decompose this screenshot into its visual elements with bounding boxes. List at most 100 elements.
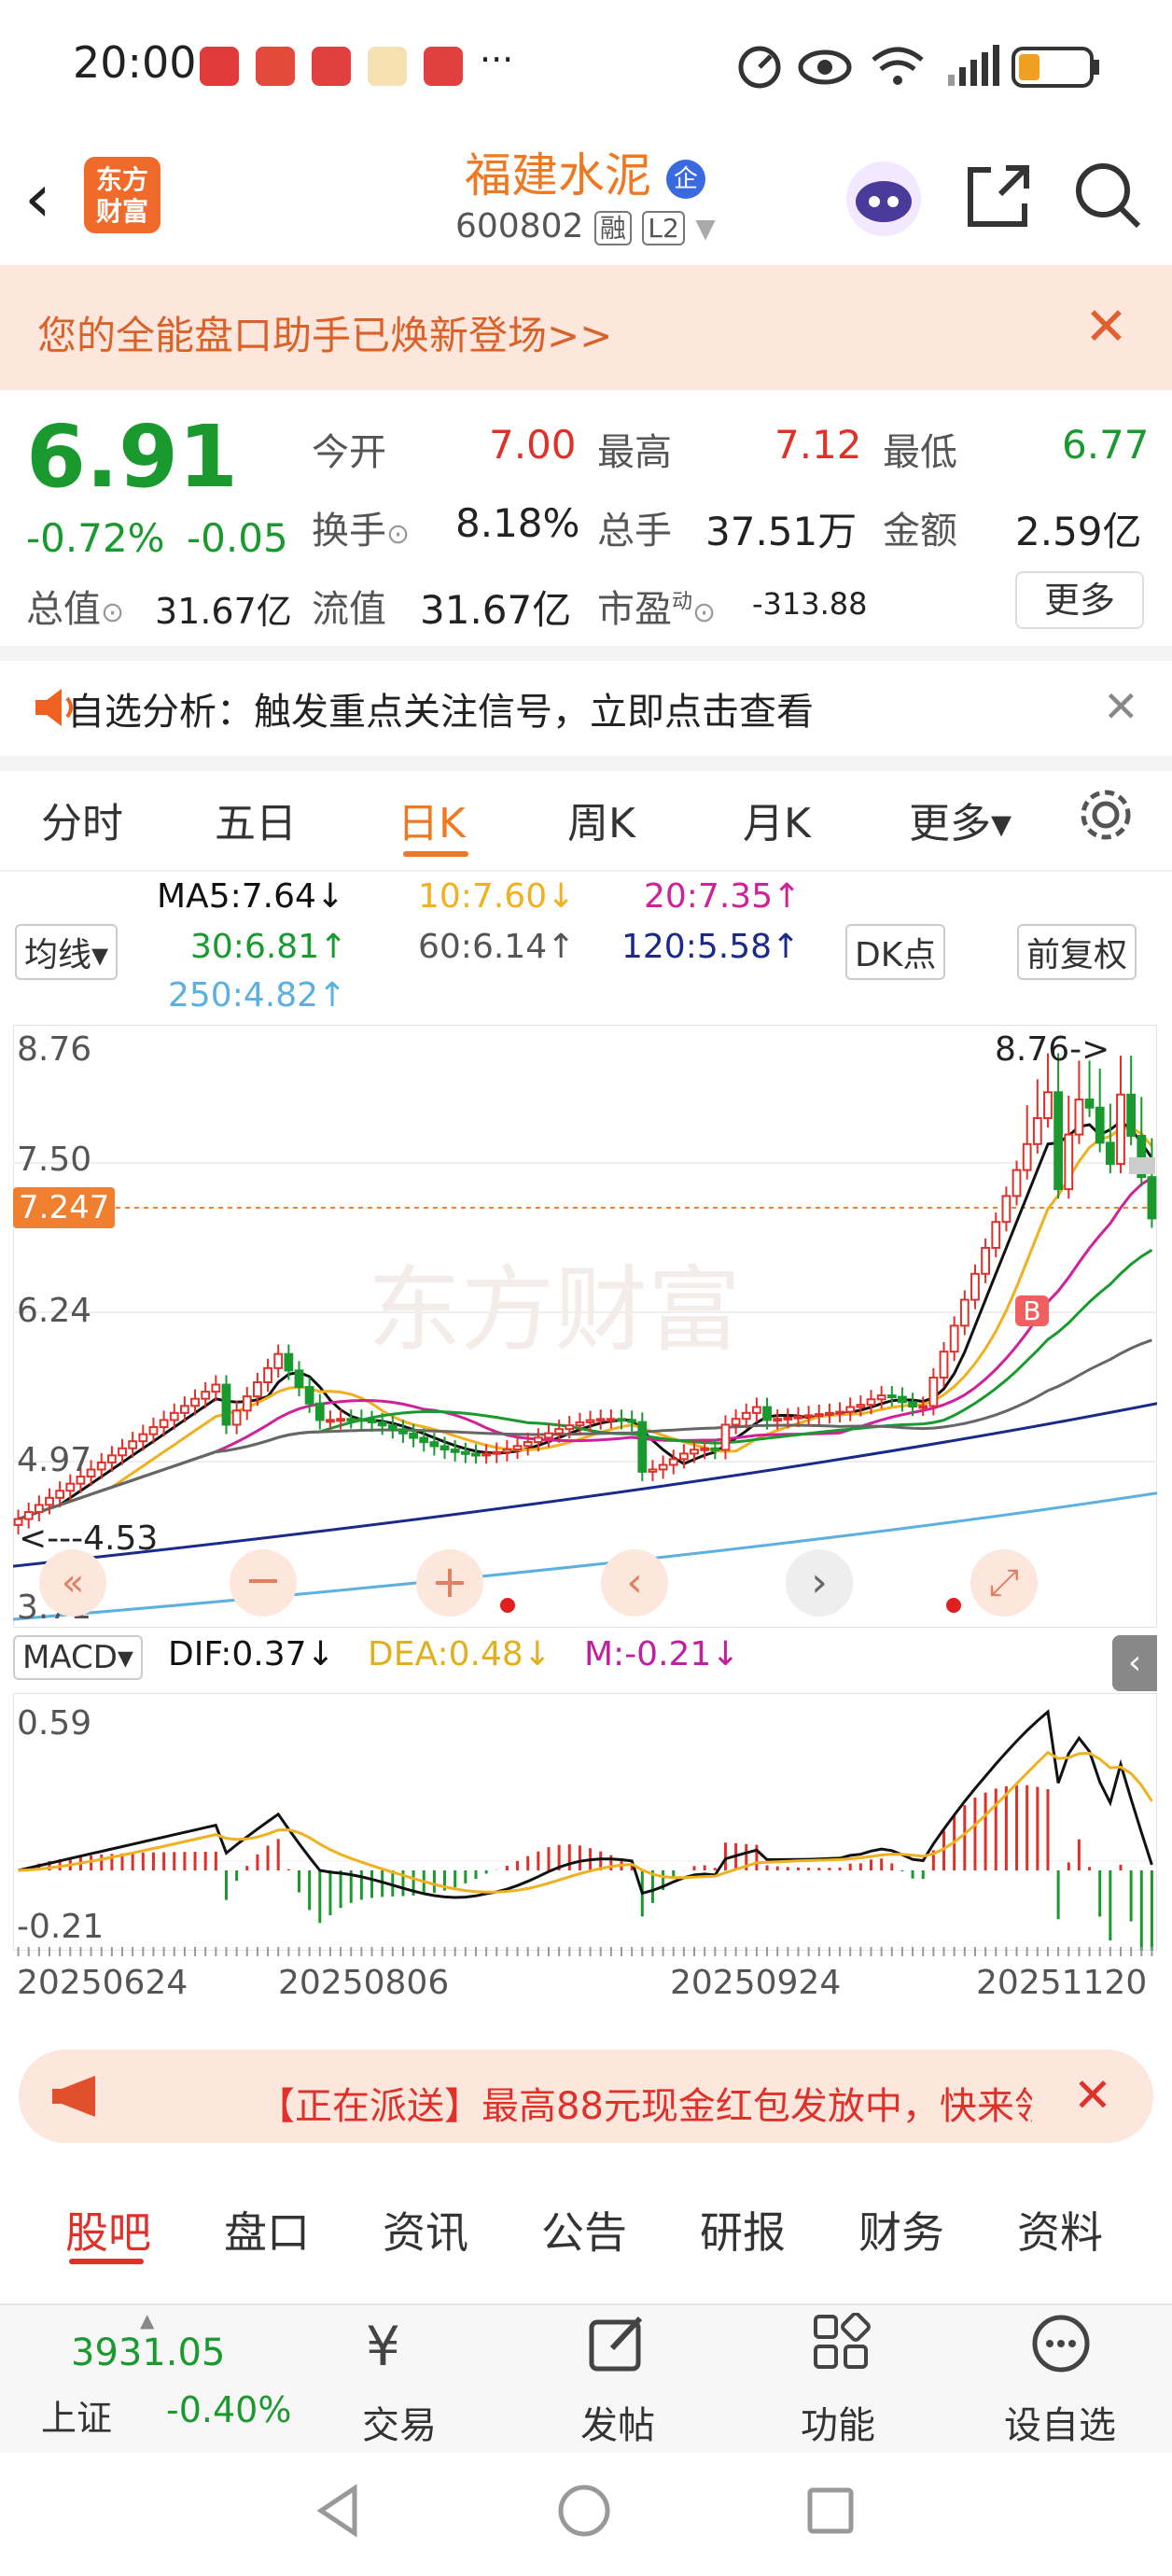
index-name[interactable]: 上证	[41, 2389, 112, 2441]
nav-function[interactable]: 功能	[801, 2395, 875, 2449]
tab-guba[interactable]: 股吧	[65, 2199, 151, 2261]
tab-research[interactable]: 研报	[700, 2199, 786, 2261]
change-percent: -0.72%	[26, 515, 165, 561]
candle-body	[1043, 1091, 1053, 1120]
stock-code-row[interactable]: 600802 融 L2 ▼	[455, 207, 716, 245]
more-quote-button[interactable]: 更多	[1015, 571, 1144, 629]
dk-point-button[interactable]: DK点	[845, 924, 946, 980]
settings-gear-icon[interactable]	[1077, 786, 1135, 844]
pan-right-button[interactable]: ›	[786, 1549, 853, 1617]
candle-body	[918, 1405, 928, 1409]
tab-more[interactable]: 更多▾	[909, 790, 1012, 849]
candle-body	[201, 1391, 211, 1400]
tab-weekly-k[interactable]: 周K	[567, 790, 635, 849]
nav-recents-icon[interactable]	[802, 2483, 858, 2539]
tab-five-day[interactable]: 五日	[215, 790, 297, 849]
tab-pankou[interactable]: 盘口	[224, 2199, 310, 2261]
candle-body	[627, 1419, 637, 1423]
grid-function-icon[interactable]	[812, 2313, 872, 2373]
trade-yen-icon[interactable]: ¥	[366, 2315, 400, 2378]
adjust-price-button[interactable]: 前复权	[1017, 924, 1137, 980]
red-dot	[946, 1598, 961, 1613]
candle-body	[554, 1428, 565, 1435]
candle-body	[118, 1447, 127, 1457]
macd-axis-bottom: -0.21	[17, 1908, 105, 1946]
candle-body	[637, 1421, 648, 1473]
pan-left-button[interactable]: ‹	[601, 1549, 668, 1617]
candle-body	[159, 1419, 169, 1429]
candle-body	[710, 1447, 720, 1451]
mktcap-value: 31.67亿	[155, 591, 292, 632]
notice-close-button[interactable]: ✕	[1103, 681, 1139, 732]
index-change[interactable]: -0.40%	[166, 2389, 291, 2430]
tab-announcements[interactable]: 公告	[541, 2199, 627, 2261]
candle-body	[346, 1418, 356, 1422]
scroll-handle[interactable]	[1129, 1157, 1155, 1174]
candle-body	[949, 1324, 959, 1353]
watchlist-dots-icon[interactable]	[1030, 2313, 1092, 2374]
nav-home-icon[interactable]	[556, 2483, 612, 2539]
nav-back-icon[interactable]	[312, 2483, 368, 2539]
fullscreen-icon[interactable]: ⤢	[970, 1549, 1038, 1617]
margin-tag: 融	[593, 211, 632, 245]
promo-text[interactable]: 【正在派送】最高88元现金红包发放中，快来领取	[258, 2076, 1032, 2130]
edit-post-icon[interactable]	[588, 2313, 648, 2373]
divider	[0, 646, 1172, 661]
candle-body	[866, 1398, 876, 1407]
tab-news[interactable]: 资讯	[383, 2199, 468, 2261]
zoom-in-button[interactable]: +	[416, 1549, 483, 1617]
turnover-label-text: 换手	[312, 510, 386, 553]
candle-body	[211, 1383, 221, 1393]
nav-add-watchlist[interactable]: 设自选	[1004, 2395, 1116, 2449]
search-icon[interactable]	[1071, 159, 1146, 233]
dropdown-icon: ▼	[695, 213, 716, 244]
macd-chart[interactable]	[13, 1693, 1157, 1951]
index-value[interactable]: 3931.05	[71, 2331, 225, 2374]
more-notifications-icon: ···	[480, 39, 514, 80]
app-notification-icon	[256, 47, 295, 86]
candle-body	[284, 1352, 294, 1372]
crosshair-price-tag: 7.247	[13, 1187, 116, 1228]
tab-intraday[interactable]: 分时	[41, 790, 123, 849]
candle-body	[898, 1395, 907, 1404]
tab-monthly-k[interactable]: 月K	[743, 790, 811, 849]
collapse-panel-button[interactable]: ‹	[1112, 1635, 1157, 1691]
candle-body	[221, 1383, 231, 1426]
candle-body	[700, 1447, 710, 1451]
float-label: 流值	[312, 588, 386, 631]
candle-body	[668, 1458, 678, 1466]
candle-body	[959, 1298, 970, 1327]
candle-body	[65, 1482, 76, 1492]
buy-signal-marker[interactable]: B	[1015, 1295, 1049, 1326]
ma-selector[interactable]: 均线▾	[15, 924, 119, 980]
zoom-out-button[interactable]: −	[230, 1549, 297, 1617]
date-label: 20251120	[976, 1964, 1148, 2002]
stock-name[interactable]: 福建水泥 企	[465, 138, 705, 205]
promo-close-button[interactable]: ✕	[1073, 2068, 1112, 2122]
date-label: 20250624	[17, 1964, 188, 2002]
nav-post[interactable]: 发帖	[580, 2395, 655, 2449]
banner-close-button[interactable]: ✕	[1084, 297, 1128, 357]
scroll-start-button[interactable]: «	[39, 1549, 106, 1617]
candle-body	[523, 1441, 533, 1448]
high-value: 7.12	[774, 422, 862, 468]
candle-body	[690, 1449, 699, 1455]
kline-chart[interactable]: 东方财富	[13, 1025, 1157, 1628]
back-button[interactable]: ‹	[24, 159, 51, 237]
analysis-notice[interactable]: 自选分析：触发重点关注信号，立即点击查看	[67, 681, 814, 735]
dea-label: DEA:0.48↓	[368, 1635, 551, 1673]
book-app-icon	[312, 47, 351, 86]
eastmoney-logo: 东方 财富	[84, 157, 160, 233]
nav-trade[interactable]: 交易	[362, 2395, 437, 2449]
tab-profile[interactable]: 资料	[1017, 2199, 1103, 2261]
candle-body	[242, 1395, 252, 1412]
stock-code: 600802	[455, 207, 584, 245]
robot-assistant-icon[interactable]	[844, 159, 924, 239]
share-icon[interactable]	[963, 161, 1034, 231]
tab-daily-k[interactable]: 日K	[398, 790, 466, 849]
banner-text[interactable]: 您的全能盘口助手已焕新登场>>	[37, 304, 612, 361]
pe-value: -313.88	[752, 586, 868, 622]
pe-dynamic-sup: 动	[672, 590, 693, 614]
macd-selector[interactable]: MACD▾	[13, 1635, 143, 1680]
tab-finance[interactable]: 财务	[858, 2199, 944, 2261]
